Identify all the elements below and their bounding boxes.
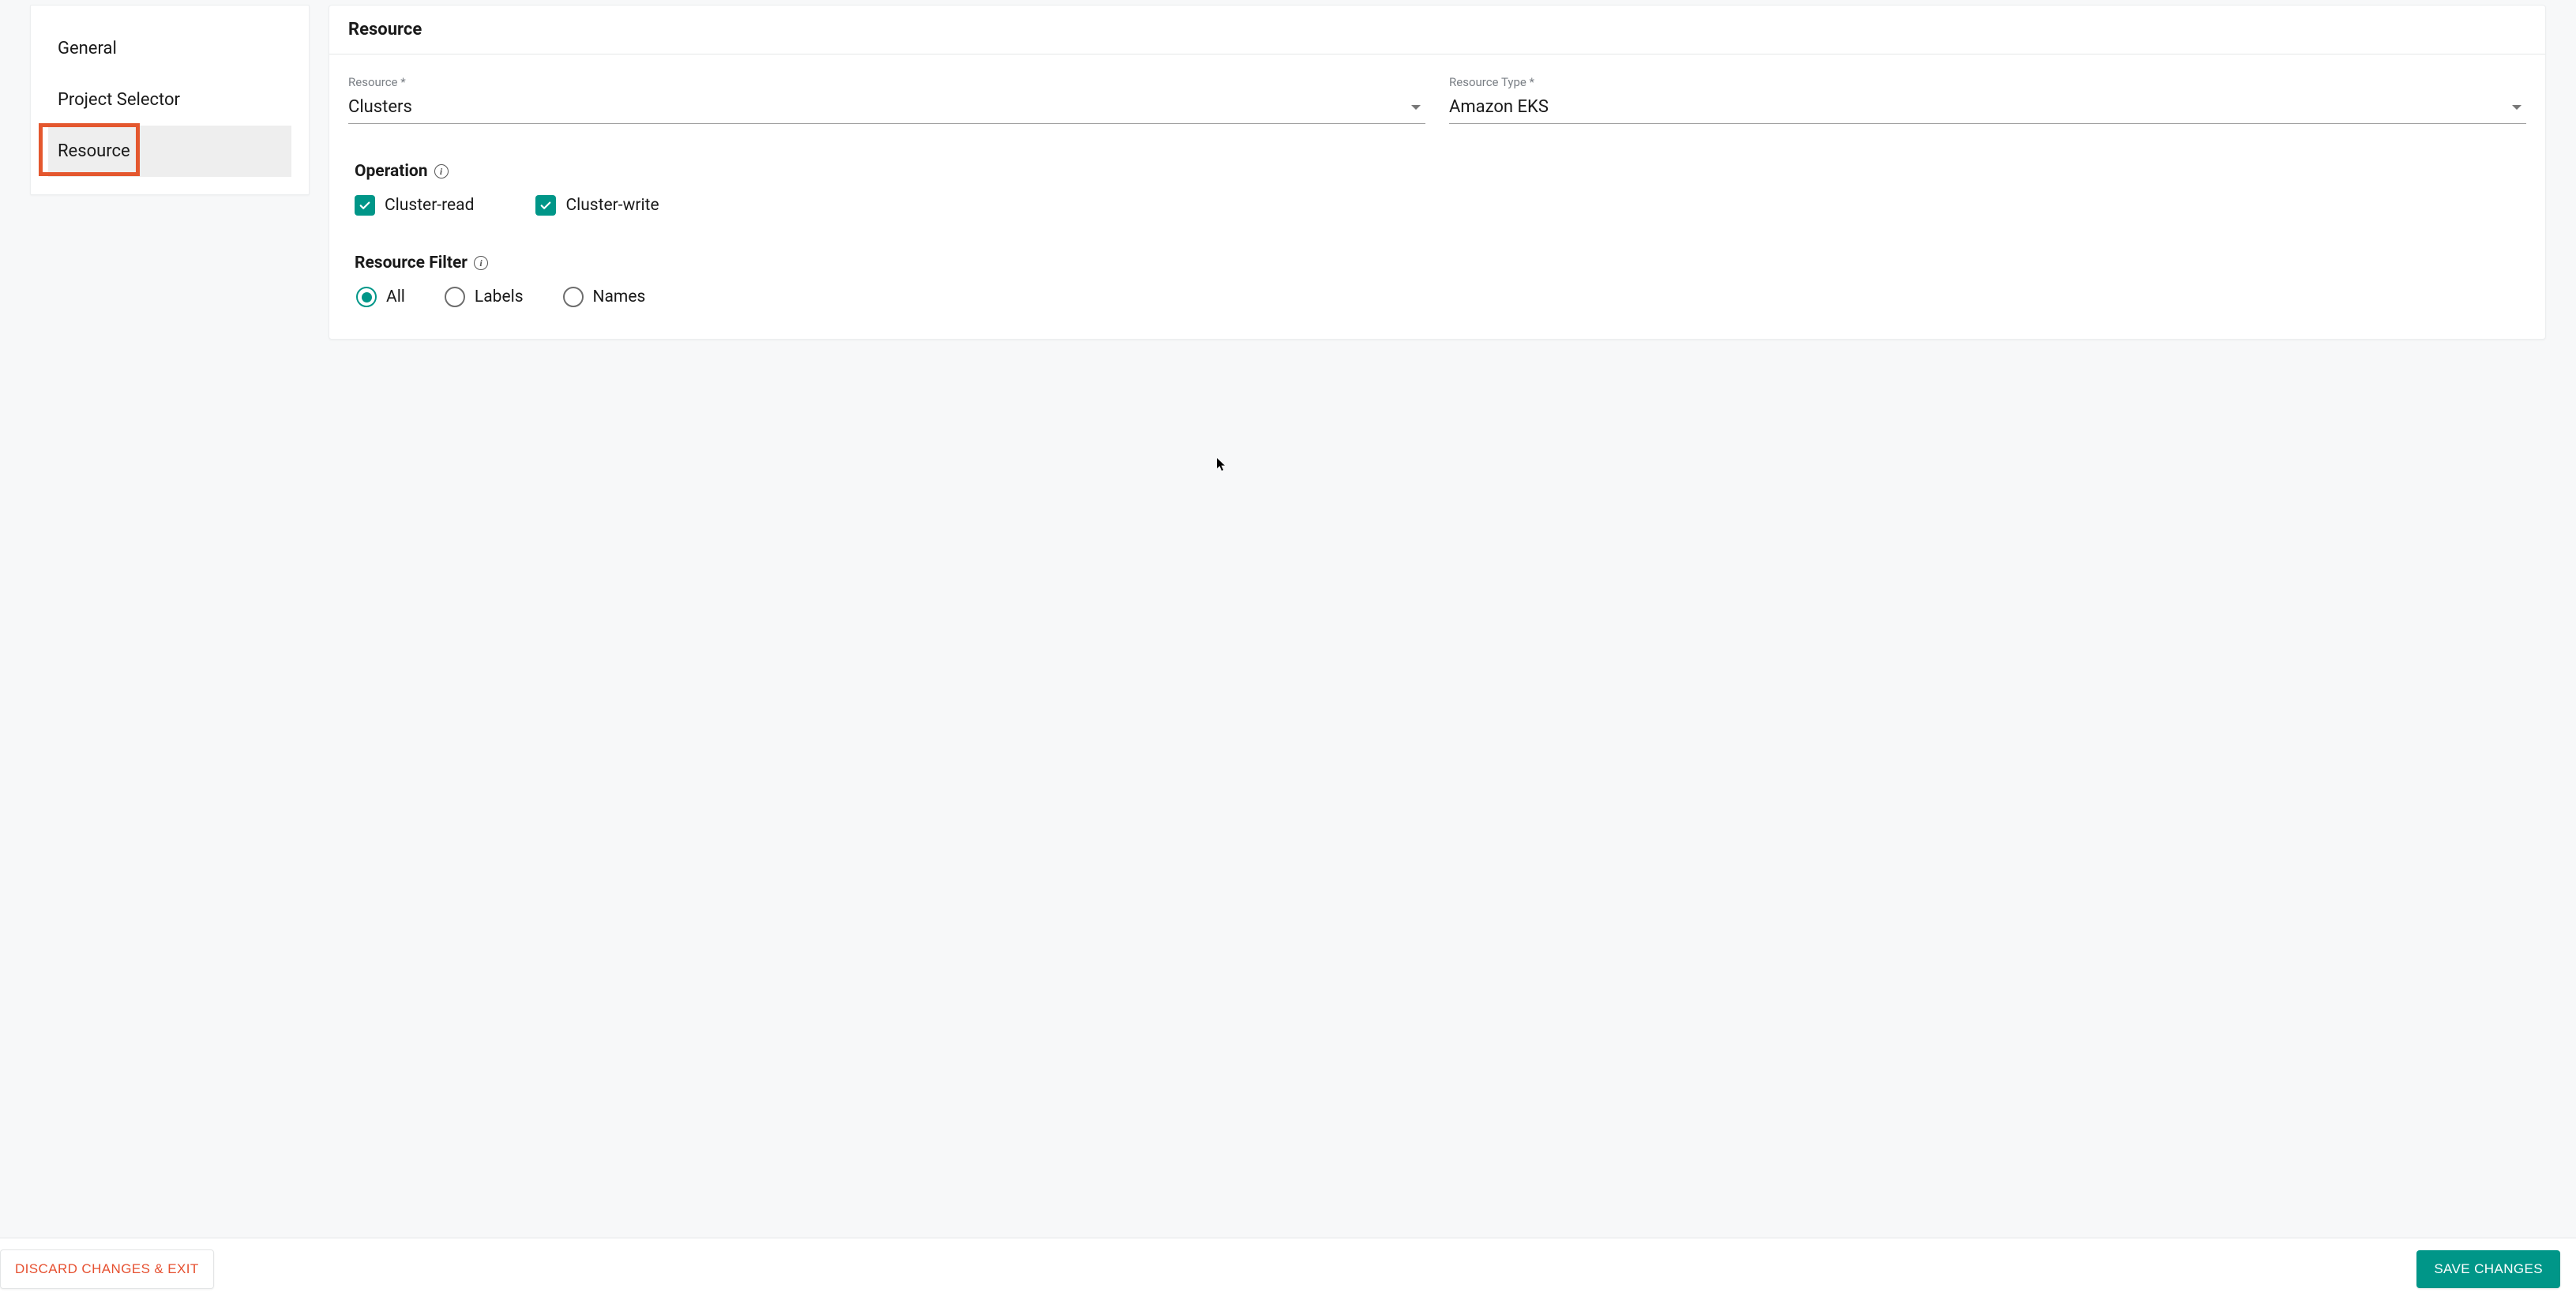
operation-checkbox-cluster-read[interactable]: Cluster-read xyxy=(355,195,474,216)
filter-section-title: Resource Filter i xyxy=(348,254,2526,272)
resource-select-value: Clusters xyxy=(348,97,412,117)
resource-card: Resource Resource * Clusters Resource Ty… xyxy=(329,5,2546,340)
radio-label: Names xyxy=(593,287,646,306)
radio-icon xyxy=(445,287,465,307)
sidebar-item-resource[interactable]: Resource xyxy=(48,126,291,177)
discard-button[interactable]: DISCARD CHANGES & EXIT xyxy=(0,1249,214,1289)
resource-field-label: Resource * xyxy=(348,75,1425,89)
save-button[interactable]: SAVE CHANGES xyxy=(2416,1250,2560,1288)
operation-section-title: Operation i xyxy=(348,162,2526,181)
card-body: Resource * Clusters Resource Type * Amaz… xyxy=(329,54,2545,339)
radio-icon xyxy=(563,287,584,307)
filter-title-text: Resource Filter xyxy=(355,254,468,272)
radio-dot-icon xyxy=(362,292,372,302)
filter-radio-names[interactable]: Names xyxy=(563,287,646,307)
operation-checkbox-cluster-write[interactable]: Cluster-write xyxy=(535,195,659,216)
resource-type-field: Resource Type * Amazon EKS xyxy=(1449,75,2526,124)
check-icon xyxy=(358,198,372,212)
footer-bar: DISCARD CHANGES & EXIT SAVE CHANGES xyxy=(0,1238,2576,1300)
radio-label: All xyxy=(386,287,405,306)
info-icon[interactable]: i xyxy=(434,164,449,178)
chevron-down-icon xyxy=(1411,105,1421,110)
chevron-down-icon xyxy=(2512,105,2522,110)
check-icon xyxy=(539,198,553,212)
filter-radio-labels[interactable]: Labels xyxy=(445,287,524,307)
sidebar-item-label: Project Selector xyxy=(58,90,180,110)
card-title: Resource xyxy=(329,6,2545,54)
filter-options: All Labels Names xyxy=(348,287,2526,307)
resource-type-select[interactable]: Amazon EKS xyxy=(1449,94,2526,124)
radio-label: Labels xyxy=(475,287,524,306)
checkbox-icon xyxy=(535,195,556,216)
field-row: Resource * Clusters Resource Type * Amaz… xyxy=(348,75,2526,124)
checkbox-label: Cluster-write xyxy=(565,196,659,215)
content-area: General Project Selector Resource Resour… xyxy=(0,0,2576,1238)
resource-type-field-label: Resource Type * xyxy=(1449,75,2526,89)
operation-title-text: Operation xyxy=(355,162,428,181)
sidebar-item-label: General xyxy=(58,39,117,58)
operation-options: Cluster-read Cluster-write xyxy=(348,195,2526,216)
sidebar-item-project-selector[interactable]: Project Selector xyxy=(48,74,291,126)
filter-radio-all[interactable]: All xyxy=(356,287,405,307)
resource-select[interactable]: Clusters xyxy=(348,94,1425,124)
radio-icon xyxy=(356,287,377,307)
checkbox-icon xyxy=(355,195,375,216)
sidebar-nav: General Project Selector Resource xyxy=(30,5,310,195)
checkbox-label: Cluster-read xyxy=(385,196,474,215)
resource-type-select-value: Amazon EKS xyxy=(1449,97,1549,117)
resource-field: Resource * Clusters xyxy=(348,75,1425,124)
sidebar-item-label: Resource xyxy=(58,141,130,161)
sidebar-item-general[interactable]: General xyxy=(48,23,291,74)
info-icon[interactable]: i xyxy=(474,256,488,270)
app-root: General Project Selector Resource Resour… xyxy=(0,0,2576,1300)
